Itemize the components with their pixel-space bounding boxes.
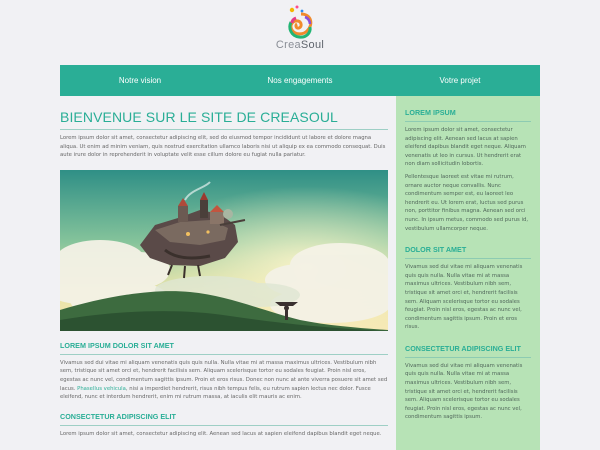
logo-emblem-icon	[288, 5, 313, 39]
section-paragraph-lorem: Vivamus sed dui vitae mi aliquam venenat…	[60, 359, 388, 401]
section-title-lorem: LOREM IPSUM DOLOR SIT AMET	[60, 341, 388, 355]
sidebar-text-3: Vivamus sed dui vitae mi aliquam venenat…	[405, 264, 523, 331]
main-content: BIENVENUE SUR LE SITE DE CREASOUL Lorem …	[60, 96, 388, 438]
section-paragraph-consectetur: Lorem ipsum dolor sit amet, consectetur …	[60, 430, 382, 437]
nav-item-projet[interactable]: Votre projet	[380, 65, 540, 96]
nav-item-engagements[interactable]: Nos engagements	[220, 65, 380, 96]
page-title: BIENVENUE SUR LE SITE DE CREASOUL	[60, 109, 388, 130]
sidebar-text-1: Lorem ipsum dolor sit amet, consectetur …	[405, 127, 526, 168]
sidebar-title-dolor: DOLOR SIT AMET	[405, 245, 531, 260]
hero-image	[60, 169, 388, 331]
logo-text: CreaSoul	[275, 39, 325, 51]
sidebar-text-4: Vivamus sed dui vitae mi aliquam venenat…	[405, 362, 523, 421]
section-title-consectetur: CONSECTETUR ADIPISCING ELIT	[60, 412, 388, 426]
sidebar: LOREM IPSUM Lorem ipsum dolor sit amet, …	[396, 96, 540, 450]
sidebar-title-lorem: LOREM IPSUM	[405, 108, 531, 122]
sidebar-title-consectetur: CONSECTETUR ADIPISCING ELIT	[405, 344, 531, 358]
main-nav: Notre vision Nos engagements Votre proje…	[60, 65, 540, 96]
intro-paragraph: Lorem ipsum dolor sit amet, consectetur …	[60, 135, 386, 159]
sidebar-text-2: Pellentesque laoreet est vitae mi rutrum…	[405, 173, 529, 232]
nav-item-vision[interactable]: Notre vision	[60, 65, 220, 96]
site-logo[interactable]: CreaSoul	[270, 4, 330, 60]
phasellus-link[interactable]: Phasellus vehicula	[77, 386, 126, 392]
